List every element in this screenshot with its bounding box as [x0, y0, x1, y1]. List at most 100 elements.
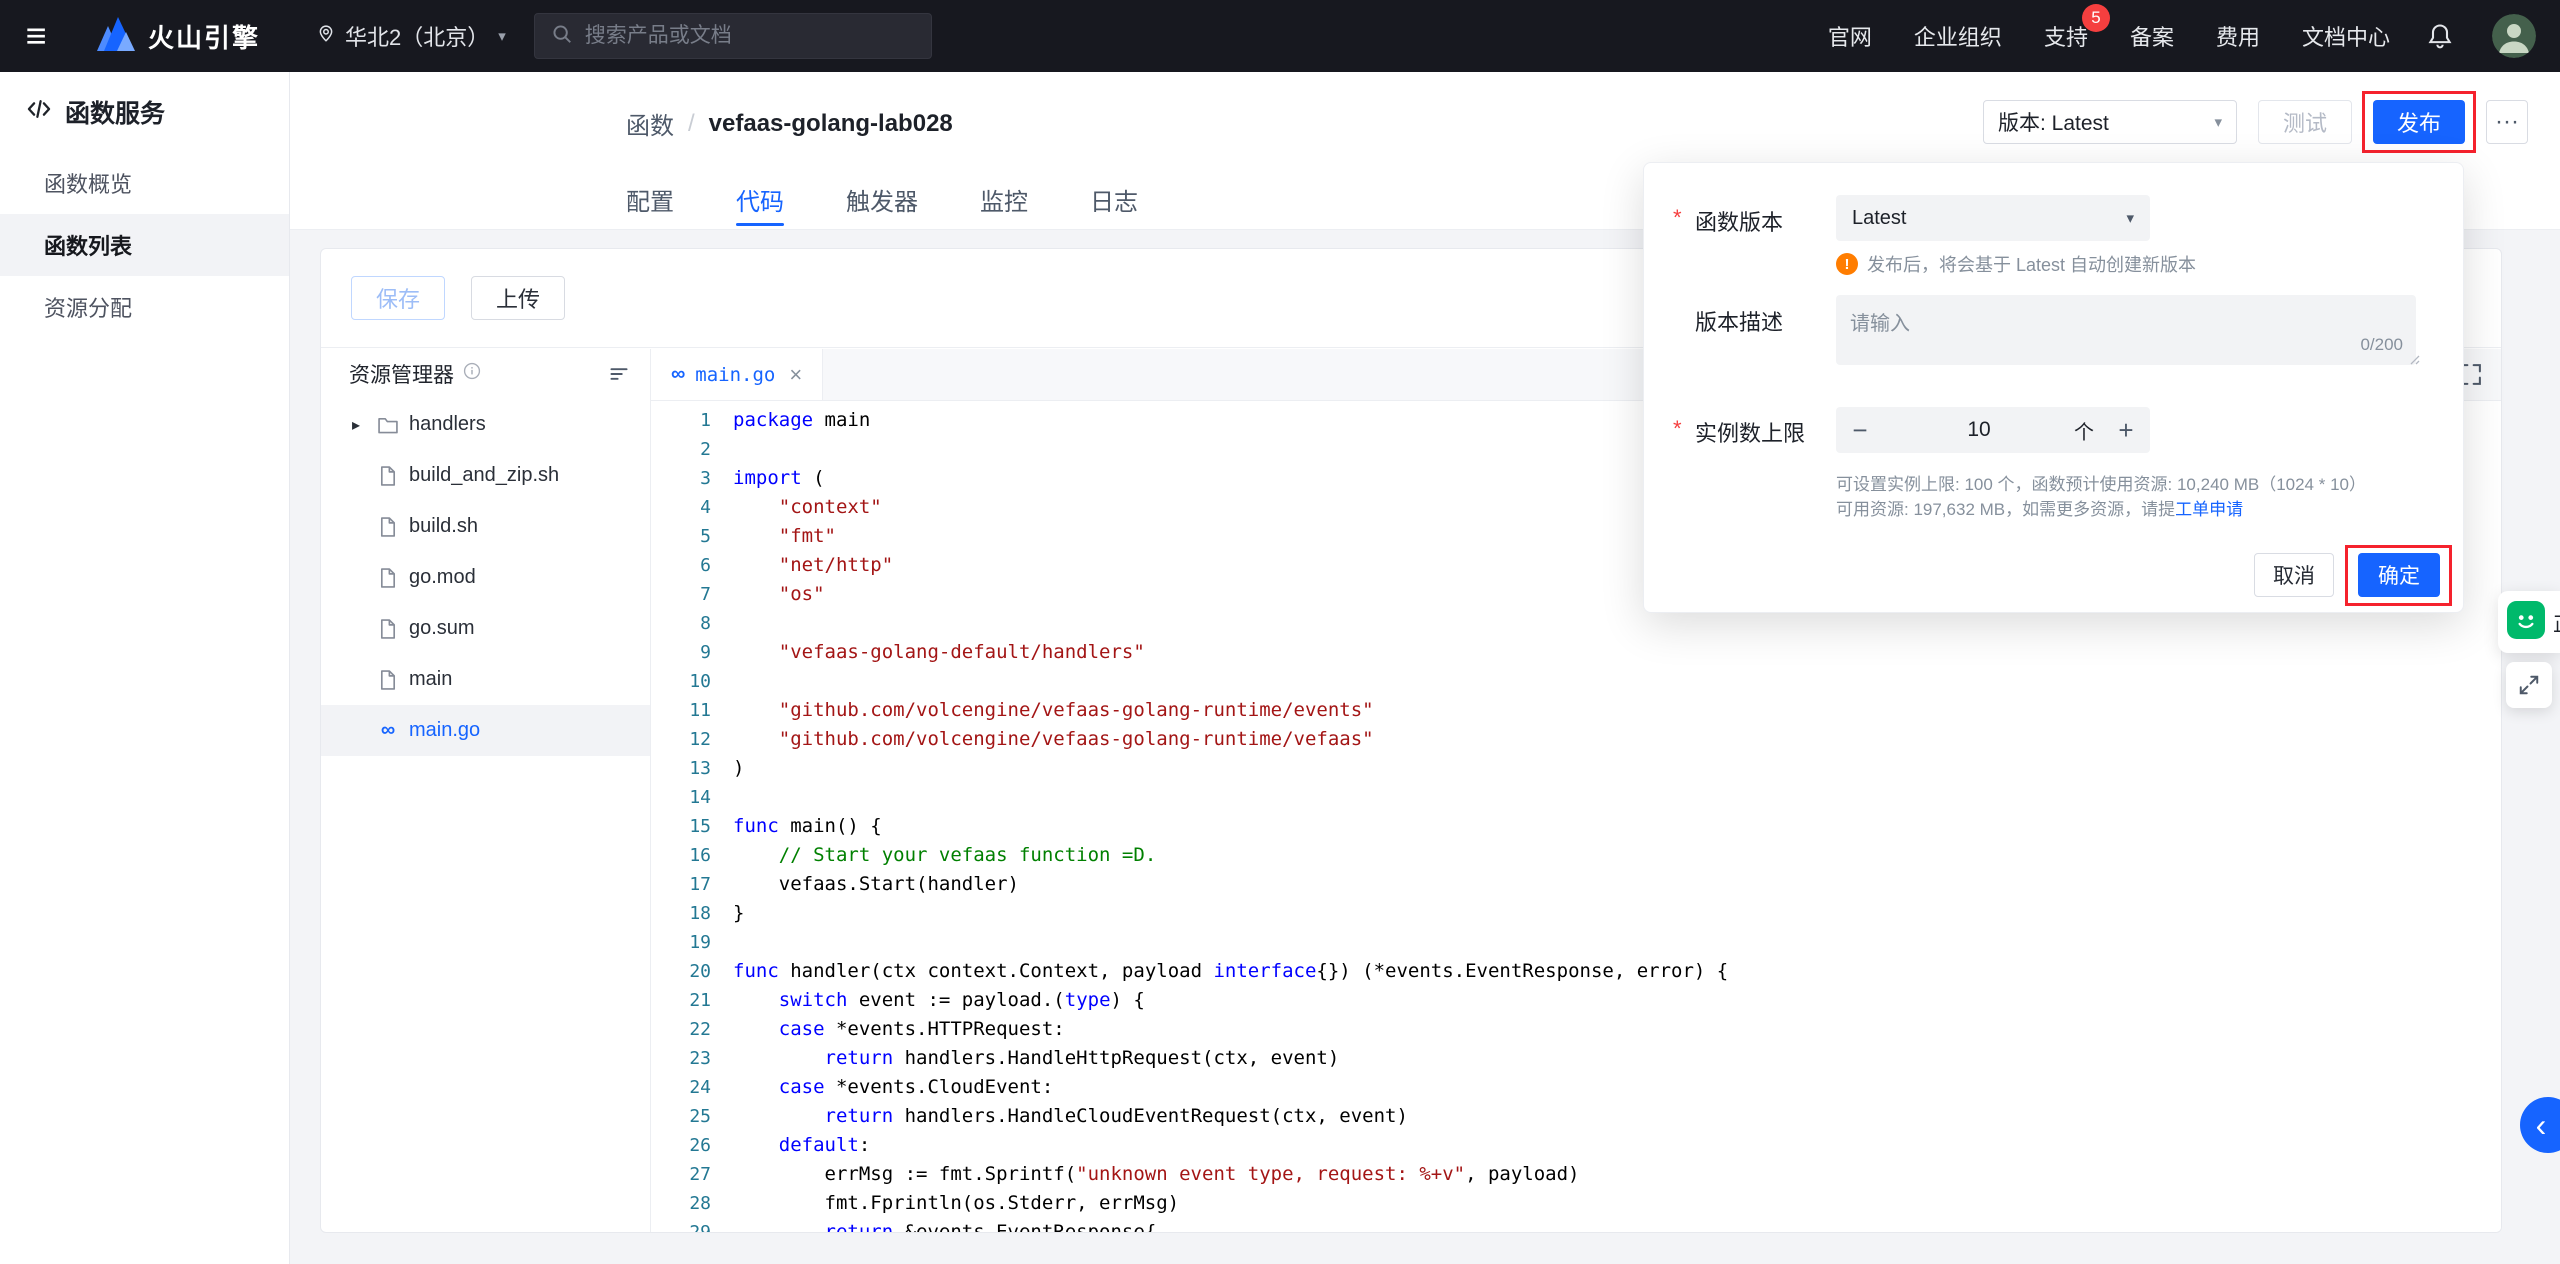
location-pin-icon	[316, 23, 336, 49]
line-number: 22	[651, 1015, 711, 1044]
test-button[interactable]: 测试	[2258, 100, 2352, 144]
instances-value[interactable]: 10	[1884, 418, 2074, 442]
topbar-link-3[interactable]: 备案	[2130, 20, 2174, 52]
line-number: 14	[651, 783, 711, 812]
sidebar-item-2[interactable]: 资源分配	[0, 276, 289, 338]
file-icon	[375, 669, 401, 691]
decrease-button[interactable]: −	[1836, 415, 1884, 446]
tab-1[interactable]: 代码	[736, 169, 784, 229]
code-line-18: 18}	[651, 899, 2501, 928]
function-version-select[interactable]: Latest ▾	[1836, 195, 2150, 241]
resize-handle-icon[interactable]	[2406, 351, 2420, 370]
upload-button[interactable]: 上传	[471, 276, 565, 320]
header-actions: 版本: Latest ▾ 测试 发布 ···	[1983, 100, 2528, 144]
tab-0[interactable]: 配置	[626, 169, 674, 229]
code-line-10: 10	[651, 667, 2501, 696]
service-title: 函数服务	[0, 72, 289, 152]
file-icon	[375, 465, 401, 487]
instances-stepper: − 10 个 +	[1836, 407, 2150, 453]
cancel-button[interactable]: 取消	[2254, 553, 2334, 597]
line-number: 17	[651, 870, 711, 899]
increase-button[interactable]: +	[2102, 415, 2150, 446]
file-row-6[interactable]: ∞main.go	[321, 705, 650, 756]
file-row-1[interactable]: build_and_zip.sh	[321, 450, 650, 501]
line-number: 21	[651, 986, 711, 1015]
more-button[interactable]: ···	[2486, 100, 2528, 144]
notification-bell-icon[interactable]	[2426, 22, 2454, 50]
assistant-icon	[2507, 601, 2545, 644]
ticket-link[interactable]: 工单申请	[2175, 500, 2243, 519]
user-avatar[interactable]	[2492, 14, 2536, 58]
code-line-12: 12 "github.com/volcengine/vefaas-golang-…	[651, 725, 2501, 754]
topbar-link-2[interactable]: 支持5	[2044, 20, 2088, 52]
topbar-link-4[interactable]: 费用	[2216, 20, 2260, 52]
collapse-drawer-button[interactable]: ‹	[2520, 1097, 2560, 1153]
save-button[interactable]: 保存	[351, 276, 445, 320]
close-icon[interactable]: ×	[789, 362, 802, 388]
sidebar-item-0[interactable]: 函数概览	[0, 152, 289, 214]
assistant-widget[interactable]: 正	[2498, 591, 2560, 653]
chevron-down-icon: ▾	[2126, 209, 2134, 227]
search-input[interactable]	[585, 24, 915, 48]
sidebar-nav: 函数概览函数列表资源分配	[0, 152, 289, 338]
line-number: 5	[651, 522, 711, 551]
caret-right-icon[interactable]: ▸	[345, 415, 367, 435]
topbar-link-0[interactable]: 官网	[1828, 20, 1872, 52]
editor-tab-maingo[interactable]: ∞ main.go ×	[651, 349, 823, 400]
breadcrumb-root[interactable]: 函数	[626, 106, 674, 141]
explorer-header: 资源管理器	[321, 349, 650, 399]
confirm-button[interactable]: 确定	[2358, 553, 2440, 597]
file-list: ▸ handlers build_and_zip.shbuild.shgo.modg…	[321, 399, 650, 756]
file-row-2[interactable]: build.sh	[321, 501, 650, 552]
code-text: "fmt"	[711, 522, 836, 551]
code-text: case *events.HTTPRequest:	[711, 1015, 1065, 1044]
line-number: 24	[651, 1073, 711, 1102]
tab-4[interactable]: 日志	[1090, 169, 1138, 229]
version-select[interactable]: 版本: Latest ▾	[1983, 100, 2237, 144]
file-row-5[interactable]: main	[321, 654, 650, 705]
file-icon	[375, 516, 401, 538]
global-search[interactable]	[534, 13, 932, 59]
code-text	[711, 928, 733, 957]
line-number: 2	[651, 435, 711, 464]
code-text	[711, 783, 733, 812]
code-text: // Start your vefaas function =D.	[711, 841, 1156, 870]
sidebar-item-1[interactable]: 函数列表	[0, 214, 289, 276]
file-row-4[interactable]: go.sum	[321, 603, 650, 654]
file-row-0[interactable]: ▸ handlers	[321, 399, 650, 450]
expand-icon[interactable]	[2506, 662, 2552, 708]
line-number: 11	[651, 696, 711, 725]
region-selector[interactable]: 华北2（北京） ▾	[316, 20, 506, 52]
version-select-value: 版本: Latest	[1998, 107, 2109, 137]
file-name: handlers	[409, 413, 486, 436]
publish-wrap: 发布	[2373, 100, 2465, 144]
brand-logo[interactable]: 火山引擎	[96, 17, 260, 56]
code-line-24: 24 case *events.CloudEvent:	[651, 1073, 2501, 1102]
topbar-link-5[interactable]: 文档中心	[2302, 20, 2390, 52]
page-tabs: 配置 代码 触发器 监控 日志	[626, 169, 1138, 229]
instances-unit: 个	[2074, 416, 2102, 445]
assistant-label: 正	[2553, 608, 2560, 637]
version-description-input[interactable]	[1836, 295, 2416, 365]
topbar-link-1[interactable]: 企业组织	[1914, 20, 2002, 52]
code-text: "vefaas-golang-default/handlers"	[711, 638, 1145, 667]
code-text: }	[711, 899, 744, 928]
code-text: func handler(ctx context.Context, payloa…	[711, 957, 1728, 986]
code-text: return handlers.HandleCloudEventRequest(…	[711, 1102, 1408, 1131]
list-collapse-icon[interactable]	[608, 363, 630, 385]
topbar: ≡ 火山引擎 华北2（北京） ▾ 官网 企业组织 支持5 备案 费用 文档中心	[0, 0, 2560, 72]
brand-name: 火山引擎	[148, 18, 260, 55]
code-line-29: 29 return &events.EventResponse{	[651, 1218, 2501, 1232]
code-text	[711, 435, 733, 464]
code-line-16: 16 // Start your vefaas function =D.	[651, 841, 2501, 870]
code-line-26: 26 default:	[651, 1131, 2501, 1160]
tab-2[interactable]: 触发器	[846, 169, 918, 229]
line-number: 28	[651, 1189, 711, 1218]
instances-field-label: * 实例数上限	[1673, 416, 1805, 448]
publish-button[interactable]: 发布	[2373, 100, 2465, 144]
go-file-icon: ∞	[671, 363, 685, 386]
file-row-3[interactable]: go.mod	[321, 552, 650, 603]
hamburger-menu-icon[interactable]: ≡	[0, 0, 72, 72]
tab-3[interactable]: 监控	[980, 169, 1028, 229]
code-line-17: 17 vefaas.Start(handler)	[651, 870, 2501, 899]
